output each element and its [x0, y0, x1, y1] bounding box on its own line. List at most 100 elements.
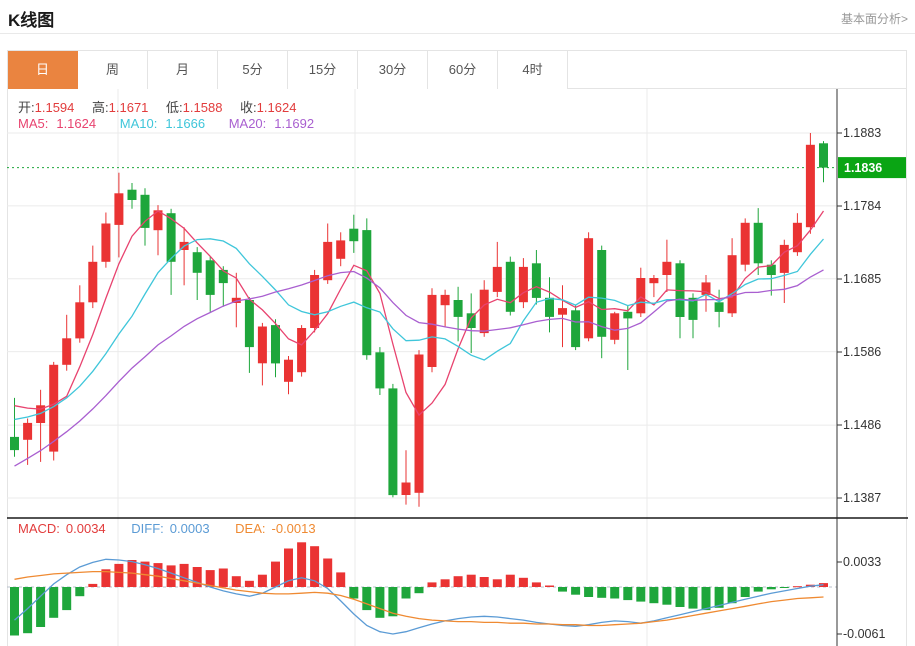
macd-bar — [154, 563, 163, 587]
candle-body — [493, 267, 502, 292]
candle-body — [558, 308, 567, 315]
macd-label: MACD: — [18, 521, 60, 536]
macd-bar — [584, 587, 593, 597]
macd-bar — [402, 587, 411, 599]
candle-body — [545, 298, 554, 317]
axis-tick-label: -0.0061 — [843, 627, 885, 641]
open-value: 1.1594 — [35, 100, 75, 115]
candle-body — [636, 278, 645, 313]
tab-period-2[interactable]: 月 — [148, 51, 218, 89]
macd-bar — [271, 562, 280, 587]
ohlc-info-bar: 开:1.1594 高:1.1671 低:1.1588 收:1.1624 — [18, 97, 310, 116]
ma-info-bar: MA5:1.1624 MA10:1.1666 MA20:1.1692 — [18, 116, 322, 131]
candle-body — [10, 437, 19, 450]
macd-bar — [597, 587, 606, 598]
candle-body — [362, 230, 371, 355]
macd-bar — [49, 587, 58, 618]
candle-body — [806, 145, 815, 227]
candle-body — [297, 328, 306, 372]
candle-body — [349, 229, 358, 242]
macd-bar — [532, 582, 541, 587]
candle-body — [741, 223, 750, 265]
tab-period-7[interactable]: 4时 — [498, 51, 568, 89]
dea-value: -0.0013 — [272, 521, 316, 536]
macd-bar — [232, 576, 241, 587]
candle-body — [128, 190, 137, 200]
tab-period-3[interactable]: 5分 — [218, 51, 288, 89]
macd-bar — [741, 587, 750, 597]
macd-bar — [493, 579, 502, 587]
candle-body — [219, 270, 228, 283]
tab-period-6[interactable]: 60分 — [428, 51, 498, 89]
candle-body — [532, 263, 541, 298]
tab-period-5[interactable]: 30分 — [358, 51, 428, 89]
candle-body — [506, 262, 515, 312]
macd-bar — [441, 579, 450, 587]
low-label: 低: — [166, 100, 183, 115]
macd-bar — [75, 587, 84, 596]
ma20-label: MA20: — [229, 116, 267, 131]
price-tag-value: 1.1836 — [844, 161, 882, 175]
macd-bar — [649, 587, 658, 603]
macd-bar — [62, 587, 71, 610]
tab-period-1[interactable]: 周 — [78, 51, 148, 89]
candle-body — [415, 355, 424, 493]
macd-bar — [336, 572, 345, 587]
macd-bar — [23, 587, 32, 633]
macd-bar — [375, 587, 384, 618]
candle-body — [662, 262, 671, 275]
candle-body — [610, 313, 619, 340]
candle-body — [649, 278, 658, 283]
candle-body — [75, 302, 84, 338]
candle-body — [310, 275, 319, 328]
macd-bar — [454, 576, 463, 587]
macd-bar — [662, 587, 671, 605]
candle-body — [193, 252, 202, 273]
macd-bar — [558, 587, 567, 592]
ma10-value: 1.1666 — [165, 116, 205, 131]
macd-info-bar: MACD:0.0034 DIFF:0.0003 DEA:-0.0013 — [18, 521, 322, 536]
macd-bar — [167, 565, 176, 587]
macd-bar — [323, 559, 332, 588]
macd-bar — [780, 587, 789, 588]
axis-tick-label: 1.1784 — [843, 199, 881, 213]
axis-tick-label: 1.1387 — [843, 491, 881, 505]
macd-bar — [689, 587, 698, 609]
candle-body — [819, 143, 828, 167]
macd-bar — [702, 587, 711, 610]
macd-bar — [10, 587, 19, 636]
macd-group — [10, 542, 828, 635]
macd-bar — [793, 586, 802, 587]
macd-bar — [636, 587, 645, 602]
axis-tick-label: 1.1486 — [843, 418, 881, 432]
macd-bar — [349, 587, 358, 599]
macd-bar — [180, 564, 189, 587]
macd-bar — [114, 564, 123, 587]
candle-body — [441, 295, 450, 305]
macd-bar — [519, 578, 528, 587]
macd-bar — [767, 587, 776, 589]
tab-period-4[interactable]: 15分 — [288, 51, 358, 89]
candle-body — [597, 250, 606, 337]
diff-value: 0.0003 — [170, 521, 210, 536]
macd-bar — [480, 577, 489, 587]
candle-body — [88, 262, 97, 303]
candle-body — [428, 295, 437, 367]
low-value: 1.1588 — [183, 100, 223, 115]
candle-body — [375, 352, 384, 388]
candle-body — [754, 223, 763, 263]
candle-body — [388, 388, 397, 495]
candle-body — [402, 483, 411, 496]
tab-period-0[interactable]: 日 — [8, 51, 78, 89]
macd-bar — [754, 587, 763, 592]
candle-body — [284, 360, 293, 382]
macd-bar — [545, 586, 554, 588]
macd-bar — [610, 587, 619, 599]
macd-bar — [506, 575, 515, 587]
period-tab-bar: 日周月5分15分30分60分4时 — [8, 51, 906, 89]
macd-bar — [297, 542, 306, 587]
ma10-label: MA10: — [120, 116, 158, 131]
ma20-value: 1.1692 — [274, 116, 314, 131]
macd-bar — [258, 575, 267, 587]
ma5-value: 1.1624 — [56, 116, 96, 131]
